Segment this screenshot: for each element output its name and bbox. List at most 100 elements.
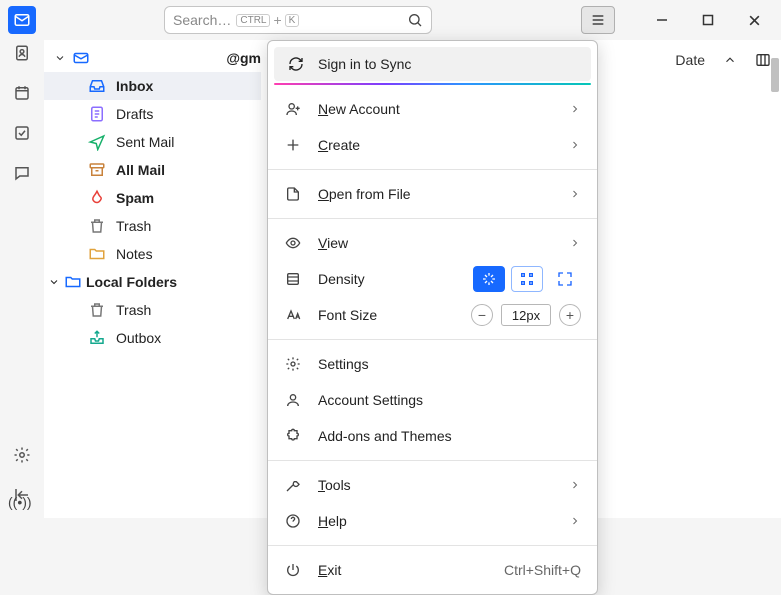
menu-item-sign-in-sync[interactable]: Sign in to Sync xyxy=(274,47,591,81)
sync-gradient-divider xyxy=(274,83,591,85)
menu-separator xyxy=(268,339,597,340)
eye-icon xyxy=(284,235,302,251)
account-row[interactable]: @gm xyxy=(44,44,261,72)
notes-folder-icon xyxy=(88,245,106,263)
menu-item-open-file[interactable]: Open from File xyxy=(268,176,597,212)
tasks-icon[interactable] xyxy=(13,124,31,142)
app-menu-button[interactable] xyxy=(581,6,615,34)
scrollbar-thumb[interactable] xyxy=(771,58,779,92)
local-trash[interactable]: Trash xyxy=(44,296,261,324)
user-plus-icon xyxy=(284,101,302,117)
calendar-icon[interactable] xyxy=(13,84,31,102)
chevron-right-icon xyxy=(569,139,581,151)
density-icon xyxy=(284,271,302,287)
folder-label: Trash xyxy=(116,302,151,318)
menu-item-settings[interactable]: Settings xyxy=(268,346,597,382)
font-size-value: 12px xyxy=(501,304,551,326)
folder-pane: @gm Inbox Drafts Sent Mail All Mail Spam… xyxy=(44,40,262,518)
menu-label: Open from File xyxy=(318,186,411,202)
spaces-toolbar xyxy=(0,40,44,518)
menu-label: Add-ons and Themes xyxy=(318,428,452,444)
folder-label: All Mail xyxy=(116,162,165,178)
menu-item-account-settings[interactable]: Account Settings xyxy=(268,382,597,418)
trash-icon xyxy=(88,301,106,319)
help-icon xyxy=(284,513,302,529)
global-search-input[interactable]: Search… CTRL + K xyxy=(164,6,432,34)
folder-label: Outbox xyxy=(116,330,161,346)
sent-icon xyxy=(88,133,106,151)
menu-item-view[interactable]: View xyxy=(268,225,597,261)
chevron-right-icon xyxy=(569,479,581,491)
font-size-decrease-button[interactable]: − xyxy=(471,304,493,326)
account-label: @gm xyxy=(226,50,261,66)
search-icon xyxy=(407,12,423,28)
wrench-icon xyxy=(284,477,302,493)
drafts-icon xyxy=(88,105,106,123)
folder-all-mail[interactable]: All Mail xyxy=(44,156,261,184)
font-size-increase-button[interactable]: + xyxy=(559,304,581,326)
search-placeholder: Search… xyxy=(173,12,231,28)
menu-separator xyxy=(268,169,597,170)
chat-icon[interactable] xyxy=(13,164,31,182)
trash-icon xyxy=(88,217,106,235)
menu-label: Font Size xyxy=(318,307,377,323)
menu-item-new-account[interactable]: New Account xyxy=(268,91,597,127)
folder-trash[interactable]: Trash xyxy=(44,212,261,240)
title-bar: Search… CTRL + K xyxy=(0,0,781,40)
local-folders-row[interactable]: Local Folders xyxy=(44,268,261,296)
settings-gear-icon[interactable] xyxy=(13,446,31,464)
spam-icon xyxy=(88,189,106,207)
menu-label: Density xyxy=(318,271,365,287)
folder-label: Spam xyxy=(116,190,154,206)
menu-label: New Account xyxy=(318,101,400,117)
local-folders-label: Local Folders xyxy=(86,274,177,290)
density-default-button[interactable] xyxy=(511,266,543,292)
menu-item-exit[interactable]: Exit Ctrl+Shift+Q xyxy=(268,552,597,588)
column-picker-icon[interactable] xyxy=(755,52,771,68)
sort-asc-icon[interactable] xyxy=(723,53,737,67)
density-relaxed-button[interactable] xyxy=(549,266,581,292)
mail-app-icon[interactable] xyxy=(8,6,36,34)
menu-item-help[interactable]: Help xyxy=(268,503,597,539)
local-folder-icon xyxy=(64,273,82,291)
sync-icon xyxy=(288,56,304,72)
folder-label: Trash xyxy=(116,218,151,234)
window-close-button[interactable] xyxy=(731,5,777,35)
archive-icon xyxy=(88,161,106,179)
window-maximize-button[interactable] xyxy=(685,5,731,35)
kbd-plus: + xyxy=(273,12,281,28)
menu-label: Tools xyxy=(318,477,351,493)
menu-label: Create xyxy=(318,137,360,153)
chevron-right-icon xyxy=(569,237,581,249)
folder-inbox[interactable]: Inbox xyxy=(44,72,261,100)
account-mailbox-icon xyxy=(72,49,90,67)
window-minimize-button[interactable] xyxy=(639,5,685,35)
menu-item-create[interactable]: Create xyxy=(268,127,597,163)
density-compact-button[interactable] xyxy=(473,266,505,292)
folder-label: Inbox xyxy=(116,78,153,94)
app-menu-popup: Sign in to Sync New Account Create Open … xyxy=(267,40,598,595)
folder-sent[interactable]: Sent Mail xyxy=(44,128,261,156)
user-icon xyxy=(284,392,302,408)
chevron-right-icon xyxy=(569,103,581,115)
sync-activity-indicator: ((•)) xyxy=(8,494,32,510)
column-date-label[interactable]: Date xyxy=(675,52,705,68)
inbox-icon xyxy=(88,77,106,95)
menu-item-addons[interactable]: Add-ons and Themes xyxy=(268,418,597,454)
menu-separator xyxy=(268,460,597,461)
menu-label: Account Settings xyxy=(318,392,423,408)
chevron-down-icon xyxy=(48,276,60,288)
folder-label: Notes xyxy=(116,246,153,262)
kbd-k: K xyxy=(285,14,300,27)
menu-item-tools[interactable]: Tools xyxy=(268,467,597,503)
folder-spam[interactable]: Spam xyxy=(44,184,261,212)
chevron-right-icon xyxy=(569,515,581,527)
local-outbox[interactable]: Outbox xyxy=(44,324,261,352)
menu-separator xyxy=(268,545,597,546)
power-icon xyxy=(284,562,302,578)
folder-notes[interactable]: Notes xyxy=(44,240,261,268)
menu-label: Help xyxy=(318,513,347,529)
font-size-icon xyxy=(284,307,302,323)
address-book-icon[interactable] xyxy=(13,44,31,62)
folder-drafts[interactable]: Drafts xyxy=(44,100,261,128)
